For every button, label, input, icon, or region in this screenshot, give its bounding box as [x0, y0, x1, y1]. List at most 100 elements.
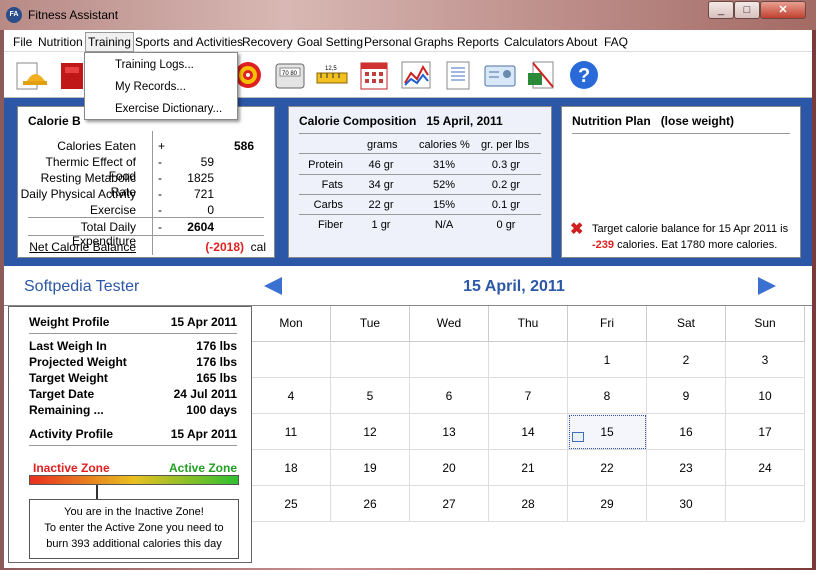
calendar-day-cell[interactable]: 13	[410, 414, 489, 450]
calendar-day-cell[interactable]: 14	[489, 414, 568, 450]
menu-personal[interactable]: Personal	[364, 35, 411, 49]
calendar-day-cell[interactable]: 20	[410, 450, 489, 486]
calendar-day-cell[interactable]: 12	[331, 414, 410, 450]
calendar-day-cell[interactable]: 30	[647, 486, 726, 522]
menu-item-exercise-dictionary[interactable]: Exercise Dictionary...	[115, 103, 222, 115]
calendar-day-cell[interactable]: 10	[726, 378, 805, 414]
calendar-day-cell[interactable]: 3	[726, 342, 805, 378]
help-icon[interactable]: ?	[566, 58, 602, 92]
target-date-value: 24 Jul 2011	[173, 387, 237, 401]
calendar-day-header-tue: Tue	[331, 306, 410, 342]
menu-item-my-records[interactable]: My Records...	[115, 81, 186, 93]
ruler-icon[interactable]: 12,5	[314, 58, 350, 92]
calendar-day-header-mon: Mon	[252, 306, 331, 342]
plan-message-value: -239	[592, 239, 615, 251]
profile-panel: Weight Profile 15 Apr 2011 Last Weigh In…	[8, 306, 252, 563]
close-button[interactable]: ✕	[760, 1, 806, 19]
resting-metabolic-value: 1825	[187, 171, 214, 185]
app-icon: FA	[6, 7, 22, 23]
calendar-day-cell[interactable]: 4	[252, 378, 331, 414]
comp-row-label: Fiber	[317, 219, 343, 231]
calendar-day-cell[interactable]: 15	[568, 414, 647, 450]
calendar-day-cell[interactable]: 28	[489, 486, 568, 522]
scale-icon[interactable]: 70 80	[272, 58, 308, 92]
profile-row-label: Projected Weight	[29, 355, 127, 369]
activity-message-line: burn 393 additional calories this day	[46, 538, 222, 550]
menu-nutrition[interactable]: Nutrition	[38, 35, 83, 49]
calendar-day-cell[interactable]: 2	[647, 342, 726, 378]
composition-title-text: Calorie Composition	[299, 114, 417, 128]
separator-line	[299, 174, 541, 175]
calendar-day-cell[interactable]: 16	[647, 414, 726, 450]
profile-row-label: Target Date	[29, 387, 95, 401]
calendar-day-cell[interactable]: 21	[489, 450, 568, 486]
calories-eaten-value: 586	[233, 139, 254, 153]
comp-row-label: Carbs	[313, 199, 343, 211]
remaining-days-value: 100 days	[186, 403, 237, 417]
calendar-day-cell[interactable]: 22	[568, 450, 647, 486]
calendar-day-cell[interactable]: 5	[331, 378, 410, 414]
calendar-empty-cell	[331, 342, 410, 378]
activity-level-marker	[96, 485, 99, 499]
calendar-day-cell[interactable]: 8	[568, 378, 647, 414]
calendar-day-cell[interactable]: 7	[489, 378, 568, 414]
nutrition-log-icon[interactable]	[12, 58, 48, 92]
svg-text:12,5: 12,5	[325, 66, 337, 72]
menu-file[interactable]: File	[13, 35, 32, 49]
calendar-day-cell[interactable]: 26	[331, 486, 410, 522]
projected-weight-value: 176 lbs	[196, 355, 237, 369]
col-header-calories-pct: calories %	[419, 139, 470, 151]
current-date: 15 April, 2011	[463, 278, 565, 295]
comp-cell: 0.1 gr	[491, 199, 521, 211]
comp-cell: 34 gr	[368, 179, 394, 191]
activity-zone-bar	[29, 475, 239, 485]
menu-reports[interactable]: Reports	[457, 35, 499, 49]
menu-calculators[interactable]: Calculators	[504, 35, 564, 49]
menu-sports-activities[interactable]: Sports and Activities	[135, 35, 243, 49]
previous-day-arrow-icon[interactable]	[262, 276, 284, 299]
menu-goal-setting[interactable]: Goal Setting	[297, 35, 363, 49]
calendar-day-cell[interactable]: 1	[568, 342, 647, 378]
title-bar: FA Fitness Assistant _ □ ✕	[0, 0, 816, 30]
separator-line	[29, 445, 237, 446]
calendar-day-cell[interactable]: 18	[252, 450, 331, 486]
calendar-day-cell[interactable]: 6	[410, 378, 489, 414]
calendar-day-cell[interactable]: 24	[726, 450, 805, 486]
calendar-day-header-thu: Thu	[489, 306, 568, 342]
next-day-arrow-icon[interactable]	[756, 276, 778, 299]
menu-about[interactable]: About	[566, 35, 597, 49]
calendar-day-cell[interactable]: 11	[252, 414, 331, 450]
calendar-icon[interactable]	[356, 58, 392, 92]
calendar-day-cell[interactable]: 29	[568, 486, 647, 522]
menu-training[interactable]: Training	[85, 32, 134, 52]
training-dropdown-menu: Training Logs... My Records... Exercise …	[84, 52, 238, 120]
col-header-gr-per-lbs: gr. per lbs	[481, 139, 530, 151]
calendar-day-cell[interactable]: 25	[252, 486, 331, 522]
row-sign: -	[158, 203, 162, 217]
last-weigh-in-value: 176 lbs	[196, 339, 237, 353]
minimize-button[interactable]: _	[708, 1, 734, 19]
activity-message-line: To enter the Active Zone you need to	[44, 522, 224, 534]
row-sign: -	[158, 155, 162, 169]
report-icon[interactable]	[440, 58, 476, 92]
menu-graphs[interactable]: Graphs	[414, 35, 453, 49]
calendar-day-cell[interactable]: 19	[331, 450, 410, 486]
separator-line	[299, 153, 541, 154]
maximize-button[interactable]: □	[734, 1, 760, 19]
physical-activity-value: 721	[193, 187, 214, 201]
profile-card-icon[interactable]	[482, 58, 518, 92]
calendar-day-cell[interactable]: 27	[410, 486, 489, 522]
calendar-day-cell[interactable]: 9	[647, 378, 726, 414]
menu-item-training-logs[interactable]: Training Logs...	[115, 59, 194, 71]
calendar-day-cell[interactable]: 17	[726, 414, 805, 450]
menu-faq[interactable]: FAQ	[604, 35, 628, 49]
graph-icon[interactable]	[398, 58, 434, 92]
composition-title: Calorie Composition 15 April, 2011	[299, 114, 503, 128]
calendar-day-cell[interactable]: 23	[647, 450, 726, 486]
calorie-balance-title: Calorie B	[28, 114, 81, 128]
net-calorie-balance-link[interactable]: Net Calorie Balance	[29, 240, 136, 254]
nutrition-plan-subtitle: (lose weight)	[660, 114, 735, 128]
menu-recovery[interactable]: Recovery	[242, 35, 293, 49]
net-calorie-unit: cal	[250, 240, 266, 254]
export-icon[interactable]	[524, 58, 560, 92]
